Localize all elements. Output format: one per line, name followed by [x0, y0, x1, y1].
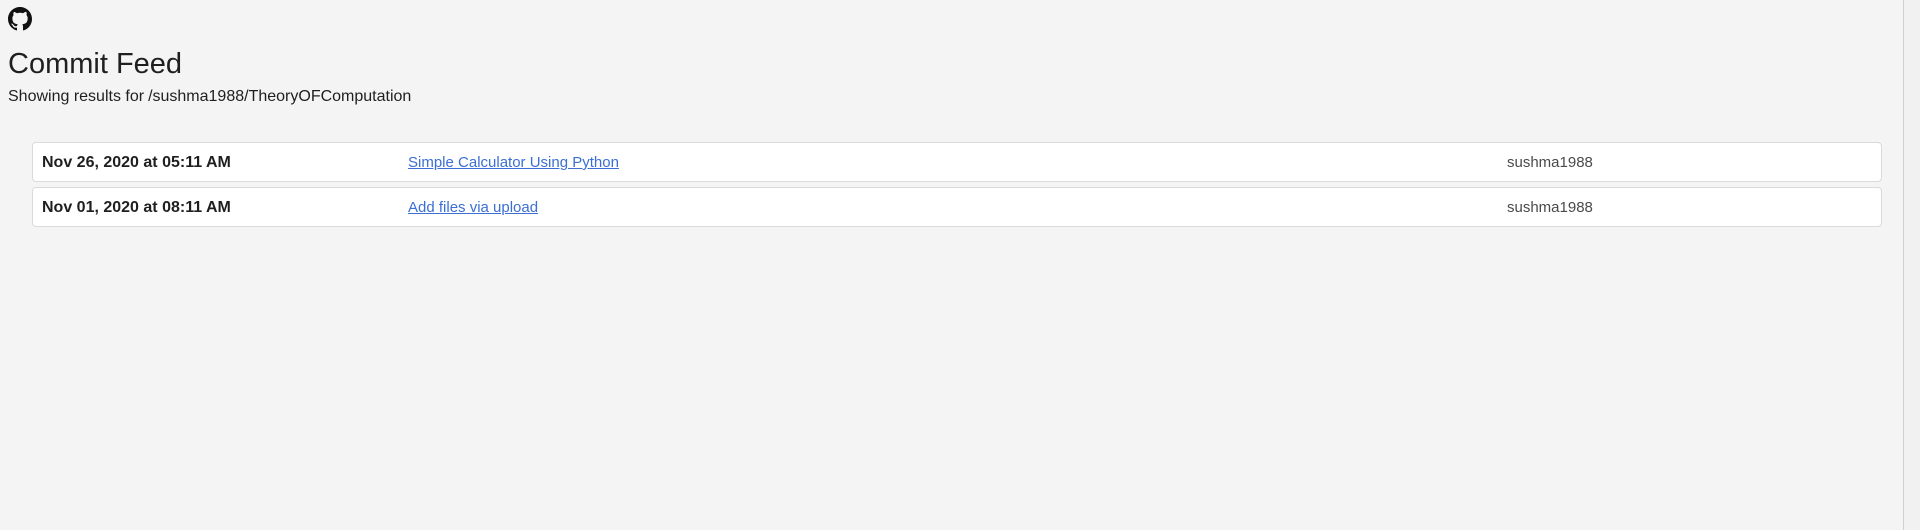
github-icon[interactable]	[8, 7, 32, 31]
commit-list: Nov 26, 2020 at 05:11 AM Simple Calculat…	[32, 142, 1882, 232]
commit-feed-page: Commit Feed Showing results for/sushma19…	[0, 0, 1920, 530]
results-subtitle: Showing results for/sushma1988/TheoryOFC…	[8, 87, 411, 107]
vertical-scrollbar[interactable]	[1903, 0, 1920, 530]
commit-message-link[interactable]: Add files via upload	[408, 199, 538, 216]
commit-author: sushma1988	[1507, 199, 1593, 216]
commit-message-link[interactable]: Simple Calculator Using Python	[408, 154, 619, 171]
commit-date: Nov 01, 2020 at 08:11 AM	[42, 199, 231, 216]
repo-path: /sushma1988/TheoryOFComputation	[148, 88, 412, 105]
commit-row: Nov 26, 2020 at 05:11 AM Simple Calculat…	[32, 142, 1882, 182]
commit-author: sushma1988	[1507, 154, 1593, 171]
commit-row: Nov 01, 2020 at 08:11 AM Add files via u…	[32, 187, 1882, 227]
commit-date: Nov 26, 2020 at 05:11 AM	[42, 154, 231, 171]
page-title: Commit Feed	[8, 48, 183, 80]
subtitle-label: Showing results for	[8, 88, 145, 105]
